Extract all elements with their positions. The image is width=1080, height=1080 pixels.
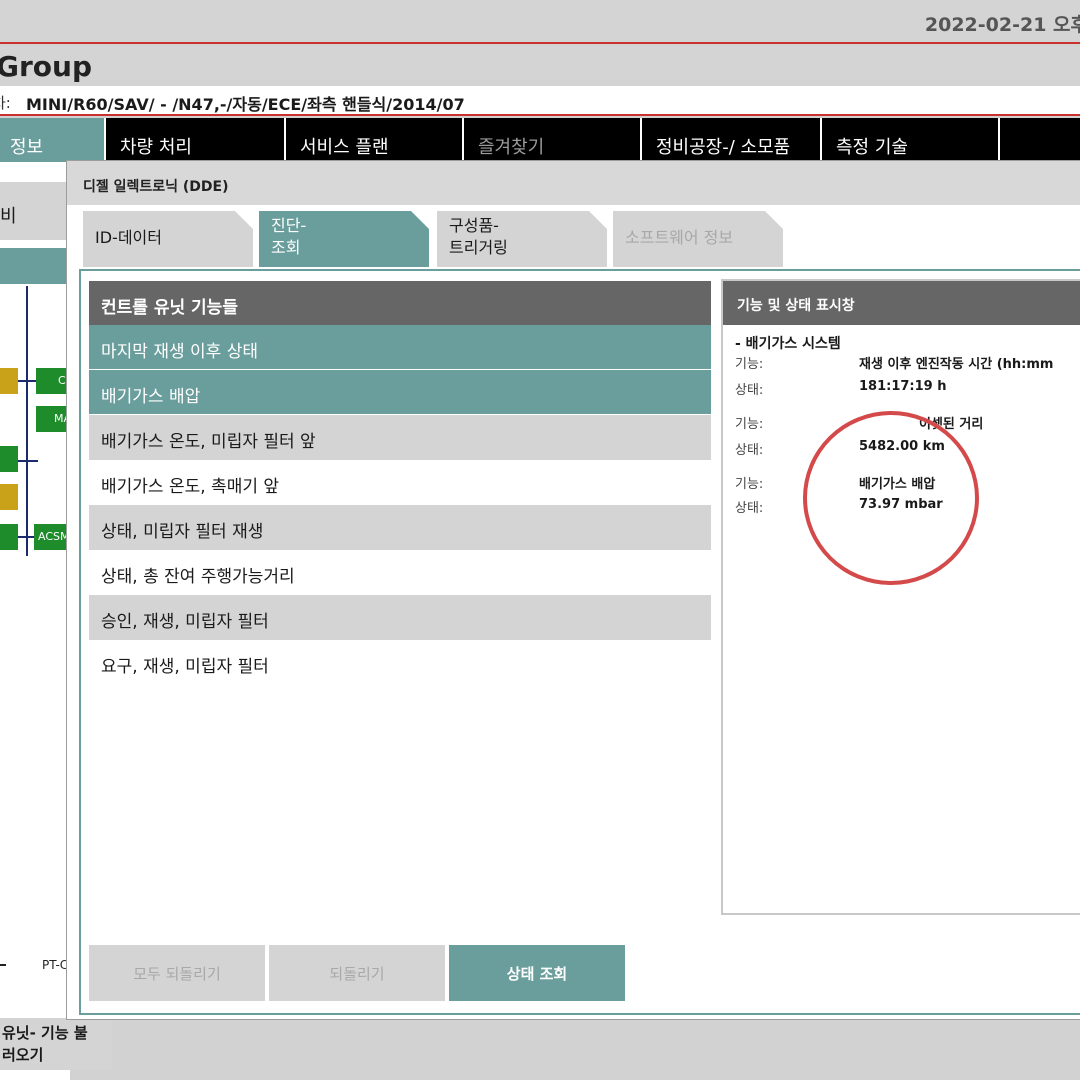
subtab-software-info[interactable]: 소프트웨어 정보	[613, 211, 783, 267]
ecu-block[interactable]	[0, 484, 18, 510]
background-tab[interactable]: 비	[0, 182, 68, 240]
vehicle-info: MINI/R60/SAV/ - /N47,-/자동/ECE/좌측 핸들식/201…	[26, 95, 465, 114]
tab-notch	[235, 211, 253, 229]
tab-notch	[765, 211, 783, 229]
status-panel-header: 기능 및 상태 표시창	[723, 281, 1080, 325]
subtab-label: 구성품-	[449, 216, 499, 235]
function-list: 컨트롤 유닛 기능들 마지막 재생 이후 상태 배기가스 배압 배기가스 온도,…	[89, 281, 711, 685]
background-tab-label: 비	[0, 206, 17, 227]
background-teal-bar	[0, 248, 68, 284]
subtab-label: 조회	[271, 238, 301, 257]
subtab-label: 소프트웨어 정보	[625, 228, 734, 247]
tab-notch	[589, 211, 607, 229]
bus-connector	[18, 460, 38, 462]
reset-all-button[interactable]: 모두 되돌리기	[89, 945, 265, 1001]
subtab-label: ID-데이터	[95, 228, 162, 247]
ecu-block[interactable]	[0, 524, 18, 550]
ptc-label: PT-C	[42, 958, 69, 972]
annotation-circle	[803, 411, 979, 585]
system-name: - 배기가스 시스템	[735, 336, 841, 352]
load-function-button[interactable]: 유닛- 기능 불 러오기	[0, 1018, 112, 1070]
subtab-diagnostic-query[interactable]: 진단- 조회	[259, 211, 429, 267]
list-item[interactable]: 배기가스 배압	[89, 370, 711, 415]
dialog-header: 디젤 일렉트로닉 (DDE)	[67, 161, 1080, 205]
button-line: 러오기	[2, 1046, 44, 1064]
function-value: 재생 이후 엔진작동 시간 (hh:mm	[859, 357, 1054, 372]
tab-vehicle-processing[interactable]: 차량 처리	[106, 118, 286, 162]
tab-service-plan[interactable]: 서비스 플랜	[286, 118, 464, 162]
tab-label: 정보	[10, 137, 44, 158]
tab-label: 차량 처리	[120, 137, 192, 158]
function-label: 기능:	[735, 417, 764, 432]
list-item[interactable]: 배기가스 온도, 미립자 필터 앞	[89, 415, 711, 460]
screen: 2022-02-21 오후 Group 차: MINI/R60/SAV/ - /…	[0, 0, 1080, 1080]
tab-measurement[interactable]: 측정 기술	[822, 118, 1000, 162]
tab-favorites[interactable]: 즐겨찾기	[464, 118, 642, 162]
reset-button[interactable]: 되돌리기	[269, 945, 445, 1001]
status-panel: 기능 및 상태 표시창 - 배기가스 시스템 기능: 재생 이후 엔진작동 시간…	[721, 279, 1080, 915]
tab-label: 측정 기술	[836, 137, 908, 158]
list-item[interactable]: 상태, 미립자 필터 재생	[89, 505, 711, 550]
list-item[interactable]: 요구, 재생, 미립자 필터	[89, 640, 711, 685]
ecu-label: C	[58, 374, 66, 387]
tab-info[interactable]: 정보	[0, 118, 106, 162]
function-list-header: 컨트롤 유닛 기능들	[89, 281, 711, 325]
divider	[0, 964, 6, 966]
background-panel	[0, 162, 70, 1080]
main-nav: 정보 차량 처리 서비스 플랜 즐겨찾기 정비공장-/ 소모품 측정 기술	[0, 118, 1080, 162]
tab-label: 서비스 플랜	[300, 137, 389, 158]
tab-label: 정비공장-/ 소모품	[656, 137, 791, 158]
tab-label: 즐겨찾기	[478, 137, 545, 158]
status-label: 상태:	[735, 443, 764, 458]
tab-workshop-consumables[interactable]: 정비공장-/ 소모품	[642, 118, 822, 162]
top-bar: 2022-02-21 오후	[0, 0, 1080, 44]
function-label: 기능:	[735, 477, 764, 492]
subtab-label: 진단-	[271, 216, 307, 235]
tab-notch	[411, 211, 429, 229]
ecu-block[interactable]	[0, 446, 18, 472]
app-title: Group	[0, 50, 93, 83]
dialog-title: 디젤 일렉트로닉 (DDE)	[83, 179, 229, 195]
status-label: 상태:	[735, 383, 764, 398]
ecu-block[interactable]	[0, 368, 18, 394]
status-value: 181:17:19 h	[859, 379, 947, 394]
bus-connector	[18, 380, 38, 382]
title-bar: Group	[0, 46, 1080, 86]
bus-line	[26, 286, 28, 556]
subtab-component-triggering[interactable]: 구성품- 트리거링	[437, 211, 607, 267]
query-status-button[interactable]: 상태 조회	[449, 945, 625, 1001]
list-item[interactable]: 마지막 재생 이후 상태	[89, 325, 711, 370]
button-line: 유닛- 기능 불	[2, 1024, 88, 1042]
dde-dialog: 디젤 일렉트로닉 (DDE) ID-데이터 진단- 조회 구성품- 트리거링 소…	[66, 160, 1080, 1020]
content-area: 컨트롤 유닛 기능들 마지막 재생 이후 상태 배기가스 배압 배기가스 온도,…	[79, 269, 1080, 1015]
ecu-label: ACSM	[38, 530, 70, 543]
subtab-id-data[interactable]: ID-데이터	[83, 211, 253, 267]
list-item[interactable]: 승인, 재생, 미립자 필터	[89, 595, 711, 640]
list-item[interactable]: 배기가스 온도, 촉매기 앞	[89, 460, 711, 505]
vehicle-bar: 차: MINI/R60/SAV/ - /N47,-/자동/ECE/좌측 핸들식/…	[0, 86, 1080, 116]
list-item[interactable]: 상태, 총 잔여 주행가능거리	[89, 550, 711, 595]
status-label: 상태:	[735, 501, 764, 516]
subtab-label: 트리거링	[449, 238, 508, 257]
vehicle-prefix: 차:	[0, 94, 11, 112]
function-label: 기능:	[735, 357, 764, 372]
datetime: 2022-02-21 오후	[924, 14, 1080, 36]
